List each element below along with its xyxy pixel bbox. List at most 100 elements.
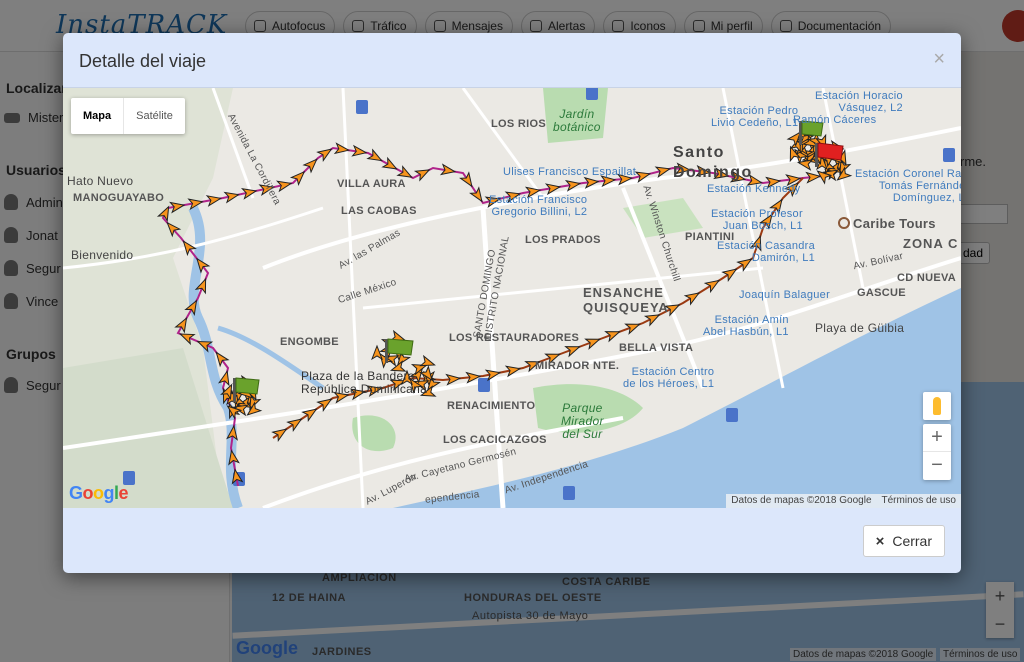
route-arrow-marker (584, 338, 601, 350)
route-arrow-marker (469, 186, 483, 203)
map-type-control: Mapa Satélite (71, 98, 185, 134)
metro-station-label: Estación Kennedy (707, 183, 801, 195)
street-view-pegman-icon[interactable] (923, 392, 951, 420)
trip-detail-modal: Detalle del viaje × Santo Domingo Jardín… (63, 33, 961, 573)
zoom-out-button[interactable]: − (923, 452, 951, 480)
route-arrow-marker (439, 163, 457, 176)
route-arrow-marker (275, 180, 293, 193)
terms-of-use-link[interactable]: Términos de uso (877, 494, 961, 508)
route-arrow-marker (187, 198, 204, 211)
map-label: MIRADOR NTE. (535, 360, 620, 372)
google-logo: Google (69, 483, 129, 503)
map-label: ENGOMBE (280, 336, 339, 348)
map-label: Hato Nuevo (67, 174, 134, 188)
map-label: GASCUE (857, 287, 906, 299)
route-arrow-marker (564, 346, 581, 358)
modal-title: Detalle del viaje (79, 51, 207, 71)
map-label: Caribe Tours (853, 216, 936, 231)
map-label: ENSANCHE QUISQUEYA (583, 285, 669, 315)
metro-station-label: Joaquín Balaguer (739, 289, 831, 301)
route-arrow-marker (703, 279, 721, 294)
route-arrow-marker (174, 316, 188, 334)
route-arrow-marker (182, 240, 197, 257)
map-label: Plaza de la Bandera República Dominicana (301, 369, 428, 396)
map-label: LAS CAOBAS (341, 205, 417, 217)
map-label: LOS PRADOS (525, 234, 601, 246)
route-arrow-marker (316, 398, 333, 412)
metro-station-label: Ulises Francisco Espaillat (503, 166, 637, 178)
zoom-control: + − (923, 424, 951, 480)
map-label: LOS RIOS (491, 118, 546, 130)
route-arrow-marker (215, 351, 230, 368)
route-arrow-marker (240, 188, 258, 200)
route-arrow-marker (683, 292, 701, 306)
route-arrow-marker (156, 205, 170, 223)
map-label: Parque Mirador del Sur (561, 401, 604, 441)
route-arrow-marker (179, 333, 196, 346)
close-button-label: Cerrar (892, 533, 932, 549)
route-arrow-marker (583, 176, 600, 189)
map-label: CD NUEVA (897, 272, 957, 284)
map-label: LOS CACICAZGOS (443, 434, 547, 446)
metro-station-label: Estación Profesor Juan Bosch, L1 (711, 208, 803, 232)
map-attribution: Datos de mapas ©2018 Google Términos de … (726, 494, 961, 508)
metro-station-label: Estación Casandra Damirón, L1 (717, 240, 816, 264)
route-arrow-marker (333, 142, 351, 155)
route-arrow-marker (459, 171, 473, 188)
map-label: RENACIMIENTO (447, 400, 536, 412)
route-arrow-marker (654, 166, 672, 179)
metro-station-label: Estación Coronel Rafa Tomás Fernández Do… (855, 168, 961, 204)
map-label: Playa de Güibia (815, 321, 905, 335)
route-arrow-marker (316, 148, 333, 162)
route-arrow-marker (381, 156, 398, 170)
modal-footer: × Cerrar (63, 508, 961, 573)
metro-station-label: Estación Francisco Gregorio Billini, L2 (489, 194, 588, 218)
route-arrow-marker (194, 277, 207, 295)
route-arrow-marker (166, 221, 182, 238)
map-label: LOS RESTAURADORES (449, 332, 580, 344)
route-arrow-marker (184, 299, 198, 316)
place-pin-icon (838, 217, 850, 229)
route-arrow-marker (271, 428, 288, 442)
route-arrow-marker (604, 331, 621, 343)
map-type-map-button[interactable]: Mapa (71, 98, 125, 134)
route-arrow-marker (301, 408, 318, 422)
route-arrow-marker (217, 369, 230, 387)
route-arrow-marker (196, 340, 214, 353)
route-arrow-marker (302, 158, 318, 174)
route-arrow-marker (289, 170, 306, 187)
route-arrow-marker (351, 144, 368, 157)
map-data-attribution: Datos de mapas ©2018 Google (731, 495, 872, 506)
map-label: MANOGUAYABO (73, 192, 165, 204)
map-type-satellite-button[interactable]: Satélite (124, 98, 185, 134)
route-arrow-marker (205, 195, 223, 207)
route-arrow-marker (286, 418, 303, 432)
route-arrow-marker (223, 191, 240, 204)
route-arrow-marker (231, 468, 244, 485)
route-arrow-marker (228, 449, 240, 466)
route-arrow-marker (465, 371, 482, 384)
map-label: Bienvenido (71, 248, 134, 262)
route-arrow-marker (445, 373, 462, 386)
route-arrow-marker (366, 148, 383, 162)
route-arrow-marker (196, 257, 211, 274)
close-icon: × (875, 532, 885, 550)
metro-station-label: Estación Amín Abel Hasbún, L1 (703, 314, 789, 338)
route-arrow-marker (564, 179, 582, 192)
metro-station-label: Estación Horacio Vásquez, L2 (815, 90, 903, 114)
zoom-in-button[interactable]: + (923, 424, 951, 452)
route-arrow-marker (624, 323, 641, 335)
map-label: Jardín botánico (553, 107, 601, 134)
route-arrow-marker (484, 369, 502, 382)
modal-header: Detalle del viaje × (63, 33, 961, 88)
route-arrow-marker (371, 344, 383, 361)
map-label: ZONA C (903, 236, 959, 251)
route-arrow-marker (721, 268, 738, 282)
route-arrow-marker (169, 201, 186, 214)
route-arrow-marker (504, 365, 522, 378)
close-icon[interactable]: × (933, 49, 945, 69)
route-arrow-marker (634, 171, 652, 184)
trip-map[interactable]: Santo Domingo Jardín botánico LOS RIOS H… (63, 88, 961, 508)
route-arrow-marker (544, 183, 562, 196)
close-button[interactable]: × Cerrar (862, 525, 945, 557)
